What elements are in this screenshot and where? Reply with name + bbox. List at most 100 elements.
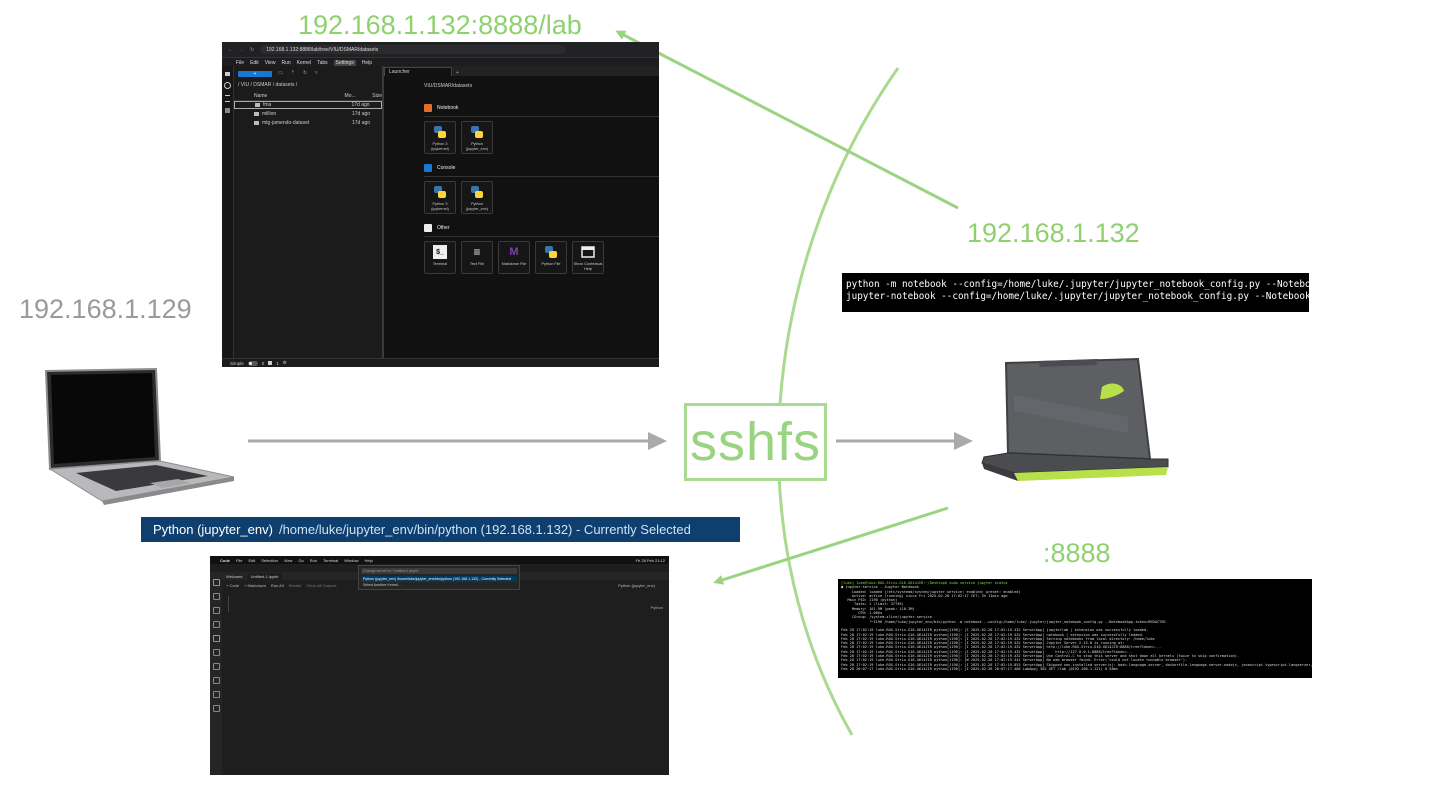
add-markdown-button[interactable]: + Markdown <box>244 583 266 588</box>
address-bar[interactable]: 192.168.1.132:8888/lab/tree/VIU/DSMAR/da… <box>260 45 567 54</box>
back-icon[interactable]: ← <box>228 47 233 53</box>
launcher-card[interactable]: Python (jupyter_env) <box>461 121 493 154</box>
menu-settings[interactable]: Settings <box>333 59 356 66</box>
clear-outputs-button[interactable]: Clear All Outputs <box>307 583 337 588</box>
filter-icon[interactable]: ▿ <box>315 70 318 76</box>
tab-welcome[interactable]: Welcome <box>226 574 243 579</box>
refresh-icon[interactable]: ↻ <box>303 70 307 76</box>
terminal-output: [luke] luke@luke-ROG-Strix-G16-G614JIR:~… <box>838 579 1312 678</box>
add-code-button[interactable]: + Code <box>226 583 239 588</box>
notebook-cards: Python 3 (ipykernel) Python (jupyter_env… <box>424 121 493 154</box>
file-row[interactable]: million 17d ago <box>234 110 382 118</box>
menu-help[interactable]: Help <box>364 558 372 563</box>
toc-icon[interactable] <box>225 95 230 102</box>
search-icon[interactable] <box>212 593 220 600</box>
launcher-card[interactable]: $_ Terminal <box>424 241 456 274</box>
code-cell[interactable] <box>228 596 663 612</box>
activity-bar <box>210 572 222 775</box>
column-name[interactable]: Name <box>234 93 345 99</box>
section-notebook-label: Notebook <box>437 105 459 111</box>
breadcrumb[interactable]: / VIU / DSMAR / datasets / <box>238 82 297 88</box>
upload-icon[interactable]: ⇡ <box>291 70 295 76</box>
card-label: Python (jupyter_env) <box>465 142 489 151</box>
card-label: Python File <box>541 262 561 266</box>
quick-pick-item[interactable]: Select Another Kernel... <box>361 582 517 588</box>
launcher-card[interactable]: M Markdown File <box>498 241 530 274</box>
tab-launcher[interactable]: Launcher <box>384 67 452 76</box>
source-control-icon[interactable] <box>212 607 220 614</box>
column-size[interactable]: Size <box>372 93 382 99</box>
menu-edit[interactable]: Edit <box>248 558 255 563</box>
launcher-card[interactable]: Python (jupyter_env) <box>461 181 493 214</box>
explorer-icon[interactable] <box>212 579 220 586</box>
folder-icon <box>254 120 259 125</box>
file-toolbar: ▭ ⇡ ↻ ▿ <box>278 70 318 76</box>
reload-icon[interactable]: ↻ <box>250 47 254 53</box>
section-divider <box>424 116 659 117</box>
menu-terminal[interactable]: Terminal <box>323 558 338 563</box>
menu-file[interactable]: File <box>236 558 242 563</box>
menu-view[interactable]: View <box>265 60 276 66</box>
client-ip-label: 192.168.1.129 <box>19 294 192 324</box>
simple-mode-toggle[interactable] <box>247 360 258 366</box>
menu-tabs[interactable]: Tabs <box>317 60 328 66</box>
mode-label: Simple <box>230 360 244 366</box>
file-name: million <box>262 111 277 117</box>
menu-view[interactable]: View <box>284 558 293 563</box>
new-launcher-button[interactable]: + <box>238 71 272 77</box>
menu-code[interactable]: Code <box>220 558 230 563</box>
launcher-card[interactable]: Python 3 (ipykernel) <box>424 181 456 214</box>
testing-icon[interactable] <box>212 663 220 670</box>
restart-button[interactable]: Restart <box>289 583 302 588</box>
folder-icon[interactable] <box>225 72 230 76</box>
menu-window[interactable]: Window <box>344 558 358 563</box>
docker-icon[interactable] <box>212 677 220 684</box>
run-debug-icon[interactable] <box>212 621 220 628</box>
forward-icon[interactable]: → <box>239 47 244 53</box>
gear-icon[interactable]: ⚙ <box>283 360 287 366</box>
menu-selection[interactable]: Selection <box>261 558 277 563</box>
terminal-line: Feb 28 20:07:17 luke-ROG-Strix-G16-G614J… <box>841 666 1118 671</box>
kernel-picker[interactable]: Python (jupyter_env) <box>618 583 669 588</box>
extensions-icon[interactable] <box>212 635 220 642</box>
launcher-panel: Launcher + VIU/DSMAR/datasets Notebook P… <box>384 66 659 359</box>
quick-pick-input[interactable]: Change kernel for 'Untitled-1.ipynb' <box>361 568 517 574</box>
file-row[interactable]: mtg-jamendo-dataset 17d ago <box>234 119 382 127</box>
file-row[interactable]: fma 17d ago <box>234 101 382 109</box>
column-modified[interactable]: Mo... <box>345 93 373 99</box>
browser-chrome: ← → ↻ 192.168.1.132:8888/lab/tree/VIU/DS… <box>222 42 659 58</box>
jlab-statusbar: Simple 0 1 ⚙ <box>222 358 659 367</box>
launcher-card[interactable]: Python 3 (ipykernel) <box>424 121 456 154</box>
tab-notebook[interactable]: Untitled-1.ipynb <box>246 572 283 580</box>
settings-icon[interactable] <box>212 705 220 712</box>
kernel-selected-bar[interactable]: Python (jupyter_env) /home/luke/jupyter_… <box>141 517 740 542</box>
accounts-icon[interactable] <box>212 691 220 698</box>
menu-file[interactable]: File <box>236 60 244 66</box>
python-icon <box>433 125 447 139</box>
sshfs-label: sshfs <box>689 412 822 472</box>
menu-run[interactable]: Run <box>281 60 290 66</box>
help-icon <box>581 245 595 259</box>
terminal-count-icon <box>268 361 273 365</box>
section-divider <box>424 176 659 177</box>
menu-run[interactable]: Run <box>310 558 317 563</box>
python-icon <box>470 125 484 139</box>
address-text: 192.168.1.132:8888/lab/tree/VIU/DSMAR/da… <box>266 46 379 53</box>
running-icon[interactable] <box>224 82 231 89</box>
menu-go[interactable]: Go <box>298 558 303 563</box>
file-modified: 17d ago <box>351 102 370 108</box>
launcher-card[interactable]: ≡ Text File <box>461 241 493 274</box>
remote-explorer-icon[interactable] <box>212 649 220 656</box>
menu-kernel[interactable]: Kernel <box>297 60 311 66</box>
menu-edit[interactable]: Edit <box>250 60 259 66</box>
add-tab-icon[interactable]: + <box>456 70 459 76</box>
run-all-button[interactable]: Run All <box>271 583 284 588</box>
launcher-card[interactable]: Show Contextual Help <box>572 241 604 274</box>
extension-icon[interactable] <box>225 108 230 113</box>
cell-language[interactable]: Python <box>651 605 663 610</box>
launcher-card[interactable]: Python File <box>535 241 567 274</box>
new-folder-icon[interactable]: ▭ <box>278 70 283 76</box>
section-console-label: Console <box>437 165 456 171</box>
folder-icon <box>255 102 260 107</box>
menu-help[interactable]: Help <box>362 60 372 66</box>
